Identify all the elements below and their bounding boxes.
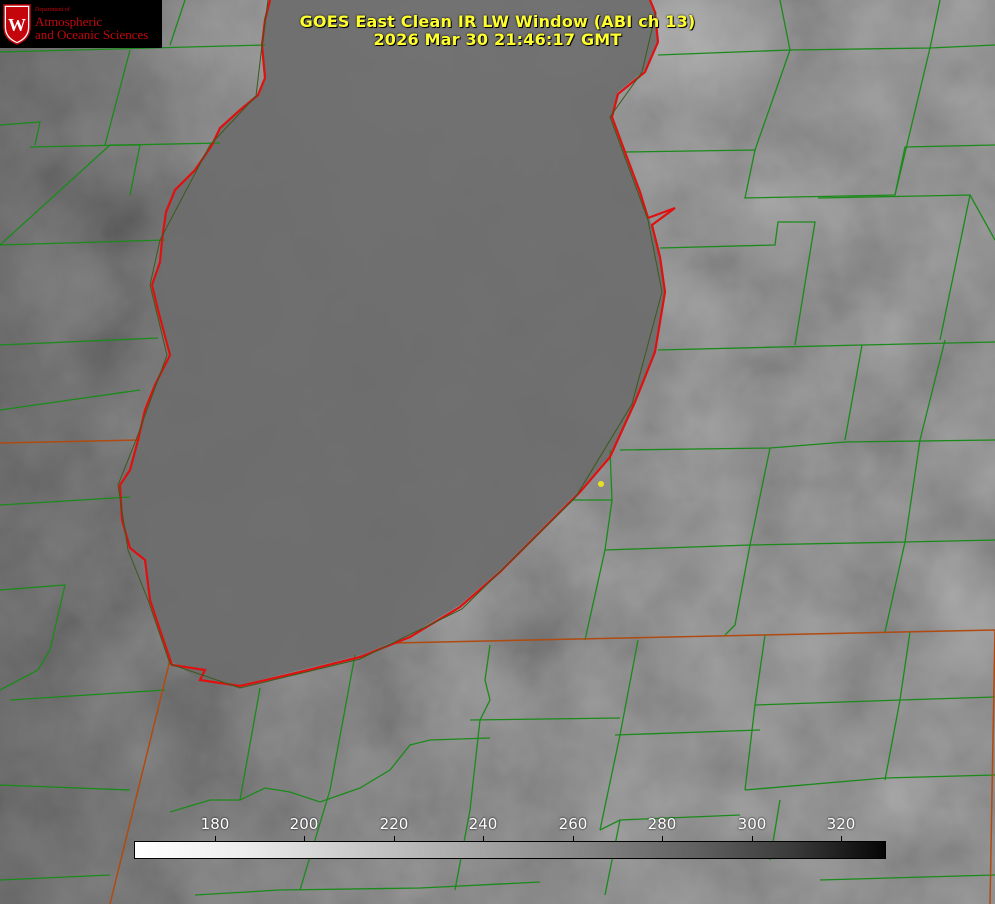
colorbar-tick-label: 280 xyxy=(647,815,677,833)
colorbar-tick-label: 220 xyxy=(379,815,409,833)
colorbar xyxy=(134,841,886,859)
colorbar-tick-label: 240 xyxy=(468,815,498,833)
colorbar-tick-label: 200 xyxy=(289,815,319,833)
satellite-map: W Department of Atmospheric and Oceanic … xyxy=(0,0,995,904)
colorbar-tick-mark xyxy=(752,836,753,841)
colorbar-tick-mark xyxy=(304,836,305,841)
colorbar-tick-mark xyxy=(215,836,216,841)
colorbar-tick-mark xyxy=(394,836,395,841)
image-timestamp: 2026 Mar 30 21:46:17 GMT xyxy=(373,30,622,49)
colorbar-tick-mark xyxy=(841,836,842,841)
image-title: GOES East Clean IR LW Window (ABI ch 13) xyxy=(299,12,696,31)
colorbar-tick-label: 300 xyxy=(737,815,767,833)
colorbar-tick-label: 260 xyxy=(558,815,588,833)
colorbar-tick-mark xyxy=(483,836,484,841)
map-canvas xyxy=(0,0,995,904)
colorbar-tick-label: 180 xyxy=(200,815,230,833)
colorbar-tick-label: 320 xyxy=(826,815,856,833)
location-marker xyxy=(598,481,604,487)
colorbar-tick-mark xyxy=(573,836,574,841)
colorbar-tick-mark xyxy=(662,836,663,841)
